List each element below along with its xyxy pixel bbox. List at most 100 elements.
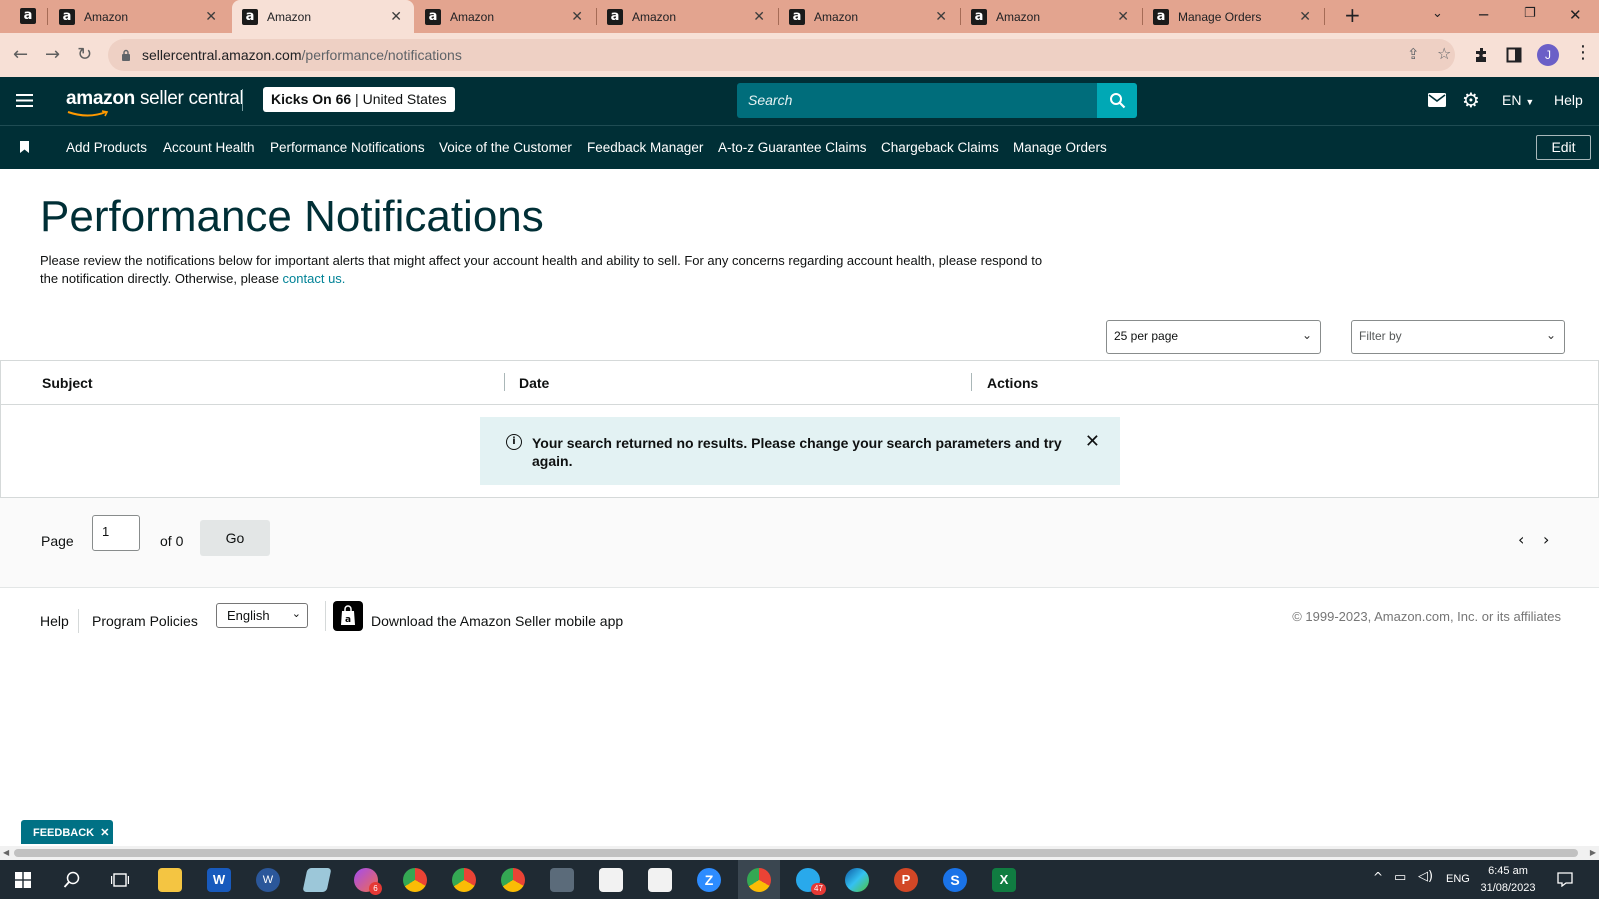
tab-amazon-3[interactable]: a Amazon ✕ <box>415 0 595 33</box>
filter-by-select[interactable]: Filter by ⌄ <box>1351 320 1565 354</box>
nav-chargeback-claims[interactable]: Chargeback Claims <box>881 140 999 155</box>
edit-nav-button[interactable]: Edit <box>1536 135 1591 160</box>
reload-icon[interactable]: ↻ <box>77 44 92 65</box>
column-header-date[interactable]: Date <box>519 375 549 391</box>
contact-us-link[interactable]: contact us. <box>283 271 346 286</box>
edge-icon[interactable] <box>845 868 869 892</box>
footer-language-select[interactable]: English ⌄ <box>216 603 308 628</box>
footer-help-link[interactable]: Help <box>40 613 69 629</box>
close-window-icon[interactable]: ✕ <box>1569 6 1582 24</box>
tab-amazon-6[interactable]: a Amazon ✕ <box>961 0 1141 33</box>
go-button[interactable]: Go <box>200 520 270 556</box>
file-explorer-icon[interactable] <box>158 868 182 892</box>
tab-manage-orders[interactable]: a Manage Orders ✕ <box>1143 0 1323 33</box>
task-view-icon[interactable] <box>111 872 129 888</box>
close-icon[interactable]: ✕ <box>100 827 109 839</box>
mail-icon[interactable] <box>1428 93 1446 107</box>
new-tab-button[interactable]: + <box>1344 3 1361 27</box>
show-hidden-icons-icon[interactable]: ^ <box>1373 870 1383 884</box>
per-page-select[interactable]: 25 per page ⌄ <box>1106 320 1321 354</box>
extensions-icon[interactable] <box>1474 47 1490 63</box>
wps-writer-icon[interactable]: W <box>256 868 280 892</box>
previous-page-icon[interactable]: ‹ <box>1518 530 1524 549</box>
amazon-seller-app-icon[interactable]: a <box>333 601 363 631</box>
tab-amazon-5[interactable]: a Amazon ✕ <box>779 0 959 33</box>
nav-add-products[interactable]: Add Products <box>66 140 147 155</box>
bookmark-icon[interactable] <box>20 141 29 153</box>
close-icon[interactable]: ✕ <box>935 9 947 25</box>
restore-icon[interactable]: ❐ <box>1524 6 1536 21</box>
download-app-link[interactable]: Download the Amazon Seller mobile app <box>371 613 623 629</box>
help-link[interactable]: Help <box>1554 92 1583 108</box>
nav-voice-of-customer[interactable]: Voice of the Customer <box>439 140 572 155</box>
hamburger-menu-icon[interactable] <box>16 94 33 107</box>
language-selector[interactable]: EN ▼ <box>1502 92 1534 108</box>
nav-a-to-z-claims[interactable]: A-to-z Guarantee Claims <box>718 140 867 155</box>
scroll-left-arrow-icon[interactable]: ◀ <box>3 848 9 857</box>
feedback-button[interactable]: FEEDBACK ✕ <box>21 820 113 844</box>
solitaire-icon[interactable] <box>599 868 623 892</box>
clock-date[interactable]: 31/08/2023 <box>1474 882 1542 894</box>
close-icon[interactable]: ✕ <box>390 9 402 25</box>
clock-time[interactable]: 6:45 am <box>1478 865 1538 877</box>
excel-icon[interactable]: X <box>992 868 1016 892</box>
address-bar[interactable]: sellercentral.amazon.com/performance/not… <box>108 39 1455 71</box>
windows-start-icon[interactable] <box>15 872 31 888</box>
tab-amazon-4[interactable]: a Amazon ✕ <box>597 0 777 33</box>
side-panel-icon[interactable] <box>1506 47 1522 63</box>
next-page-icon[interactable]: › <box>1543 530 1549 549</box>
telegram-icon[interactable]: 47 <box>796 868 826 895</box>
chrome-icon[interactable] <box>747 868 771 892</box>
share-icon[interactable]: ⇪ <box>1407 45 1420 63</box>
input-language[interactable]: ENG <box>1446 873 1470 885</box>
column-header-subject[interactable]: Subject <box>42 375 93 391</box>
more-menu-icon[interactable]: ⋮ <box>1574 42 1592 63</box>
powerpoint-icon[interactable]: P <box>894 868 918 892</box>
page-label: Page <box>41 533 74 549</box>
zoom-icon[interactable]: Z <box>697 868 721 892</box>
close-icon[interactable]: ✕ <box>753 9 765 25</box>
search-icon[interactable] <box>63 871 81 889</box>
nav-account-health[interactable]: Account Health <box>163 140 255 155</box>
calculator-icon[interactable] <box>550 868 574 892</box>
nav-manage-orders[interactable]: Manage Orders <box>1013 140 1107 155</box>
close-icon[interactable]: ✕ <box>1117 9 1129 25</box>
network-icon[interactable]: ▭ <box>1394 870 1406 885</box>
tab-search-icon[interactable]: ⌄ <box>1432 6 1443 21</box>
chrome-profile-icon[interactable] <box>452 868 476 892</box>
tab-amazon-1[interactable]: a Amazon ✕ <box>49 0 229 33</box>
nav-performance-notifications[interactable]: Performance Notifications <box>270 140 425 155</box>
back-icon[interactable]: ← <box>13 44 28 65</box>
bookmark-star-icon[interactable]: ☆ <box>1437 44 1451 63</box>
search-button[interactable] <box>1097 83 1137 118</box>
nav-feedback-manager[interactable]: Feedback Manager <box>587 140 703 155</box>
notepad-icon[interactable] <box>302 868 332 892</box>
store-marketplace-selector[interactable]: Kicks On 66 | United States <box>263 87 455 112</box>
solitaire-icon[interactable] <box>648 868 672 892</box>
volume-icon[interactable]: ◁) <box>1418 869 1433 884</box>
horizontal-scrollbar[interactable]: ◀ ▶ <box>0 846 1599 860</box>
notifications-icon[interactable] <box>1557 872 1573 887</box>
amazon-favicon[interactable]: a <box>20 8 36 24</box>
close-icon[interactable]: ✕ <box>1085 431 1100 452</box>
header-divider <box>1 404 1598 405</box>
simplenote-icon[interactable]: S <box>943 868 967 892</box>
profile-avatar[interactable]: J <box>1537 44 1559 66</box>
scroll-right-arrow-icon[interactable]: ▶ <box>1590 848 1596 857</box>
amazon-seller-central-logo[interactable]: amazon seller central <box>66 88 244 110</box>
close-icon[interactable]: ✕ <box>571 9 583 25</box>
search-input[interactable]: Search <box>737 83 1097 118</box>
settings-gear-icon[interactable]: ⚙ <box>1462 88 1480 112</box>
messenger-icon[interactable]: 6 <box>354 868 382 895</box>
chrome-profile-icon[interactable] <box>403 868 427 892</box>
word-icon[interactable]: W <box>207 868 231 892</box>
page-number-input[interactable]: 1 <box>92 515 140 551</box>
forward-icon[interactable]: → <box>45 44 60 65</box>
close-icon[interactable]: ✕ <box>205 9 217 25</box>
program-policies-link[interactable]: Program Policies <box>92 613 198 629</box>
chrome-profile-icon[interactable] <box>501 868 525 892</box>
close-icon[interactable]: ✕ <box>1299 9 1311 25</box>
tab-amazon-2[interactable]: a Amazon ✕ <box>232 0 414 33</box>
scrollbar-thumb[interactable] <box>14 849 1578 857</box>
minimize-icon[interactable]: ─ <box>1479 6 1488 24</box>
